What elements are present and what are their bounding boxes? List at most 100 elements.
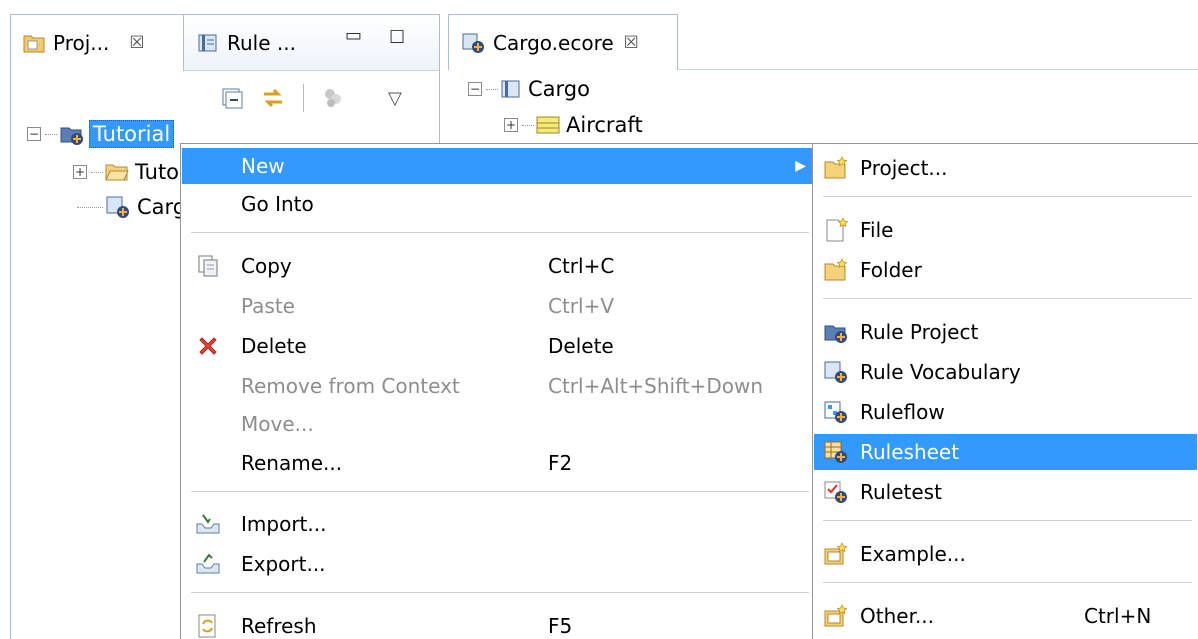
submenu-item-rulesheet[interactable]: Rulesheet (814, 434, 1197, 470)
rule-project-icon (59, 122, 85, 146)
copy-icon (194, 252, 222, 280)
tree-connector (522, 124, 534, 126)
menu-item-label: File (860, 218, 894, 242)
ruletest-icon (822, 478, 850, 506)
view-toolbar: ▽ (221, 81, 420, 115)
class-icon (536, 116, 560, 134)
cargo-ecore-editor: Cargo.ecore ☒ − Cargo + Aircraft (448, 14, 1198, 154)
tree-item-label: Aircraft (566, 113, 643, 137)
link-with-editor-icon[interactable] (261, 87, 285, 109)
collapse-all-icon[interactable] (221, 87, 243, 109)
new-folder-icon (822, 256, 850, 284)
package-icon (500, 79, 522, 99)
collapse-toggle[interactable]: − (27, 127, 41, 141)
tree-connector (45, 133, 57, 135)
tab-rule-vocabulary[interactable]: Rule ... (185, 15, 315, 71)
new-example-icon (822, 540, 850, 568)
menu-item-label: Rulesheet (860, 440, 960, 464)
project-explorer-icon (23, 33, 45, 53)
menu-item-label: Copy (241, 254, 292, 278)
menu-item-delete[interactable]: Delete Delete (182, 328, 814, 364)
context-menu: New ▶ Go Into Copy Ctrl+C Paste Ctrl+V D… (180, 143, 816, 639)
tree-item-cargo-file[interactable]: Carg (77, 190, 186, 224)
submenu-item-example[interactable]: Example... (814, 536, 1197, 572)
tree-item-tutorial-folder[interactable]: + Tuto (73, 155, 179, 189)
menu-separator (823, 520, 1192, 521)
rule-vocabulary-icon (822, 358, 850, 386)
menu-item-shortcut: Ctrl+C (548, 254, 615, 278)
rulesheet-icon (822, 438, 850, 466)
view-menu-icon[interactable]: ▽ (388, 88, 402, 109)
menu-item-label: Ruleflow (860, 400, 945, 424)
submenu-item-rule-project[interactable]: Rule Project (814, 314, 1197, 350)
submenu-item-rule-vocabulary[interactable]: Rule Vocabulary (814, 354, 1197, 390)
menu-item-label: Move... (241, 412, 314, 436)
submenu-arrow-icon: ▶ (795, 158, 806, 174)
menu-item-label: Rename... (241, 451, 343, 475)
tree-item-label: Cargo (528, 77, 590, 101)
collapse-toggle[interactable]: − (468, 82, 482, 96)
tree-item-aircraft[interactable]: + Aircraft (504, 108, 643, 142)
rule-vocabulary-icon (197, 33, 219, 53)
menu-item-export[interactable]: Export... (182, 546, 814, 582)
menu-separator (823, 582, 1192, 583)
menu-item-import[interactable]: Import... (182, 506, 814, 542)
menu-item-shortcut: Ctrl+N (1084, 604, 1152, 628)
menu-item-label: Export... (241, 552, 326, 576)
menu-item-shortcut: F2 (548, 451, 573, 475)
left-view-tab-bar: Proj... ☒ Rule ... ▭ ☐ (11, 15, 439, 71)
new-submenu: Project... File Folder Rule Project Rule… (812, 143, 1198, 639)
expand-toggle[interactable]: + (73, 165, 87, 179)
menu-item-label: Go Into (241, 192, 314, 216)
menu-item-go-into[interactable]: Go Into (182, 186, 814, 222)
filter-icon[interactable] (322, 87, 344, 109)
menu-separator (191, 491, 809, 492)
menu-item-new[interactable]: New ▶ (182, 148, 814, 184)
submenu-item-project[interactable]: Project... (814, 150, 1197, 186)
tree-item-label: Tuto (135, 160, 180, 184)
submenu-item-ruleflow[interactable]: Ruleflow (814, 394, 1197, 430)
menu-item-refresh[interactable]: Refresh F5 (182, 608, 814, 639)
tree-item-label: Carg (137, 195, 187, 219)
menu-item-label: Folder (860, 258, 922, 282)
menu-item-label: Delete (241, 334, 307, 358)
menu-item-label: Ruletest (860, 480, 942, 504)
ruleflow-icon (822, 398, 850, 426)
menu-item-remove-from-context[interactable]: Remove from Context Ctrl+Alt+Shift+Down (182, 368, 814, 404)
refresh-icon (194, 612, 222, 639)
menu-item-label: Paste (241, 294, 295, 318)
editor-tab-bar: Cargo.ecore ☒ (448, 14, 1198, 70)
tree-connector (486, 88, 498, 90)
tab-project-explorer[interactable]: Proj... ☒ (11, 15, 184, 71)
menu-item-label: Remove from Context (241, 374, 460, 398)
menu-item-shortcut: Ctrl+V (548, 294, 615, 318)
tree-item-tutorial[interactable]: − Tutorial (27, 117, 175, 151)
menu-separator (191, 592, 809, 593)
submenu-item-other[interactable]: Other... Ctrl+N (814, 598, 1197, 634)
tree-item-cargo[interactable]: − Cargo (468, 72, 590, 106)
menu-separator (823, 196, 1192, 197)
menu-item-rename[interactable]: Rename... F2 (182, 445, 814, 481)
tree-connector (91, 171, 103, 173)
minimize-view-icon[interactable]: ▭ (345, 25, 362, 46)
menu-item-label: Project... (860, 156, 948, 180)
menu-item-label: New (241, 154, 285, 178)
close-tab-icon[interactable]: ☒ (129, 33, 144, 53)
menu-item-copy[interactable]: Copy Ctrl+C (182, 248, 814, 284)
menu-item-label: Other... (860, 604, 935, 628)
maximize-view-icon[interactable]: ☐ (389, 27, 405, 48)
menu-item-paste[interactable]: Paste Ctrl+V (182, 288, 814, 324)
menu-item-shortcut: Ctrl+Alt+Shift+Down (548, 374, 764, 398)
expand-toggle[interactable]: + (504, 118, 518, 132)
menu-item-shortcut: F5 (548, 614, 573, 638)
submenu-item-folder[interactable]: Folder (814, 252, 1197, 288)
menu-item-move[interactable]: Move... (182, 406, 814, 442)
submenu-item-ruletest[interactable]: Ruletest (814, 474, 1197, 510)
submenu-item-file[interactable]: File (814, 212, 1197, 248)
delete-icon (194, 332, 222, 360)
close-tab-icon[interactable]: ☒ (624, 33, 639, 53)
menu-item-shortcut: Delete (548, 334, 614, 358)
tab-cargo-ecore[interactable]: Cargo.ecore ☒ (448, 14, 678, 70)
menu-item-label: Refresh (241, 614, 317, 638)
new-other-icon (822, 602, 850, 630)
